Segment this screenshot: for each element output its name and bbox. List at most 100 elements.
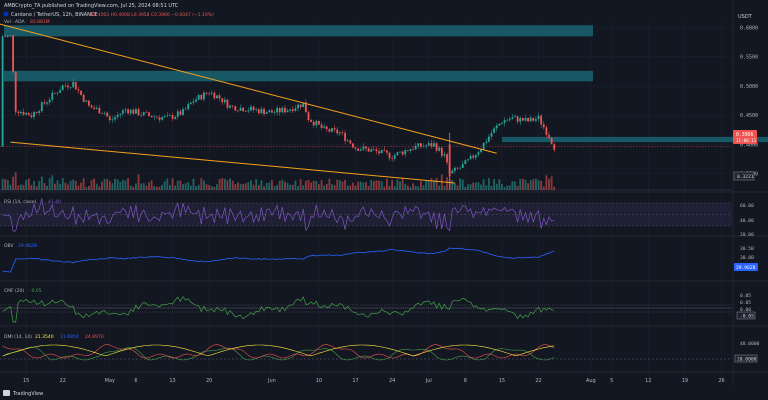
candle-body[interactable]	[231, 105, 234, 107]
candle-body[interactable]	[297, 104, 299, 109]
candle-body[interactable]	[218, 95, 221, 99]
candle-body[interactable]	[260, 108, 263, 114]
candle-body[interactable]	[106, 112, 109, 117]
candle-body[interactable]	[482, 142, 485, 150]
candle-body[interactable]	[108, 116, 111, 120]
candle-body[interactable]	[25, 112, 28, 115]
candle-body[interactable]	[111, 119, 114, 121]
candle-body[interactable]	[310, 120, 313, 122]
dmi-legend-title[interactable]: DMI (14, 14)	[4, 334, 32, 340]
candle-body[interactable]	[291, 109, 294, 111]
candle-body[interactable]	[247, 110, 250, 112]
candle-body[interactable]	[74, 81, 77, 90]
candle-body[interactable]	[153, 116, 156, 118]
candle-body[interactable]	[320, 124, 323, 128]
candle-body[interactable]	[223, 99, 226, 103]
candle-body[interactable]	[197, 95, 200, 100]
candle-body[interactable]	[98, 107, 101, 114]
candle-body[interactable]	[129, 109, 132, 114]
candle-body[interactable]	[148, 112, 150, 116]
candle-body[interactable]	[493, 128, 496, 133]
candle-body[interactable]	[216, 95, 218, 99]
candle-body[interactable]	[430, 143, 433, 147]
candle-body[interactable]	[521, 117, 524, 121]
candle-body[interactable]	[391, 158, 394, 159]
candle-body[interactable]	[383, 149, 386, 151]
candle-body[interactable]	[189, 102, 192, 105]
candle-body[interactable]	[1, 36, 4, 147]
candle-body[interactable]	[229, 105, 231, 108]
volume-legend-label[interactable]: Vol · ADA	[4, 19, 25, 25]
candle-body[interactable]	[472, 155, 475, 158]
candle-body[interactable]	[158, 117, 161, 120]
candle-body[interactable]	[145, 112, 148, 113]
candle-body[interactable]	[142, 112, 145, 116]
candle-body[interactable]	[121, 110, 124, 114]
candle-body[interactable]	[114, 117, 116, 120]
candle-body[interactable]	[87, 100, 90, 106]
candle-body[interactable]	[344, 132, 347, 141]
candle-body[interactable]	[137, 109, 140, 116]
candle-body[interactable]	[22, 111, 25, 115]
candle-body[interactable]	[200, 95, 203, 100]
candle-body[interactable]	[519, 117, 522, 122]
candle-body[interactable]	[352, 143, 354, 148]
candle-body[interactable]	[53, 92, 56, 94]
candle-body[interactable]	[370, 149, 373, 152]
candle-body[interactable]	[508, 119, 511, 121]
candle-body[interactable]	[17, 111, 20, 114]
candle-body[interactable]	[375, 149, 378, 152]
candle-body[interactable]	[6, 35, 9, 37]
candle-body[interactable]	[93, 107, 96, 109]
candle-body[interactable]	[48, 99, 51, 103]
candle-body[interactable]	[467, 159, 469, 161]
candle-body[interactable]	[378, 151, 380, 154]
candle-body[interactable]	[234, 106, 237, 111]
candle-body[interactable]	[56, 92, 59, 94]
candle-body[interactable]	[273, 112, 276, 113]
candle-body[interactable]	[312, 121, 315, 126]
candle-body[interactable]	[166, 115, 169, 117]
candle-body[interactable]	[490, 132, 493, 137]
candle-body[interactable]	[446, 154, 448, 163]
candle-body[interactable]	[132, 109, 135, 114]
candle-body[interactable]	[443, 154, 446, 156]
candle-body[interactable]	[268, 110, 271, 113]
candle-body[interactable]	[9, 35, 12, 36]
candle-body[interactable]	[195, 99, 197, 102]
candle-body[interactable]	[226, 99, 229, 108]
candle-body[interactable]	[399, 151, 401, 153]
candle-body[interactable]	[276, 108, 279, 113]
candle-body[interactable]	[163, 116, 166, 118]
candle-body[interactable]	[64, 85, 67, 87]
candle-body[interactable]	[72, 81, 75, 88]
candle-body[interactable]	[244, 111, 247, 112]
candle-body[interactable]	[124, 109, 127, 111]
candle-body[interactable]	[338, 132, 341, 134]
candle-body[interactable]	[33, 112, 35, 118]
candle-body[interactable]	[182, 109, 184, 115]
candle-body[interactable]	[553, 144, 556, 150]
candle-body[interactable]	[281, 107, 284, 113]
candle-body[interactable]	[331, 128, 333, 132]
candle-body[interactable]	[440, 147, 443, 156]
candle-body[interactable]	[95, 107, 98, 109]
candle-body[interactable]	[495, 125, 498, 129]
candle-body[interactable]	[359, 149, 362, 151]
candle-body[interactable]	[325, 126, 328, 130]
candle-body[interactable]	[367, 148, 370, 152]
candle-body[interactable]	[202, 92, 205, 100]
candle-body[interactable]	[464, 160, 467, 165]
candle-body[interactable]	[59, 90, 62, 93]
candle-body[interactable]	[529, 117, 532, 122]
candle-body[interactable]	[265, 112, 268, 115]
candle-body[interactable]	[333, 128, 336, 130]
candle-body[interactable]	[192, 101, 195, 103]
candle-body[interactable]	[43, 102, 46, 104]
candle-body[interactable]	[433, 143, 435, 147]
candle-body[interactable]	[208, 93, 211, 95]
candle-body[interactable]	[119, 113, 122, 115]
candle-body[interactable]	[453, 167, 456, 171]
candle-body[interactable]	[299, 104, 302, 108]
candle-body[interactable]	[101, 113, 103, 114]
